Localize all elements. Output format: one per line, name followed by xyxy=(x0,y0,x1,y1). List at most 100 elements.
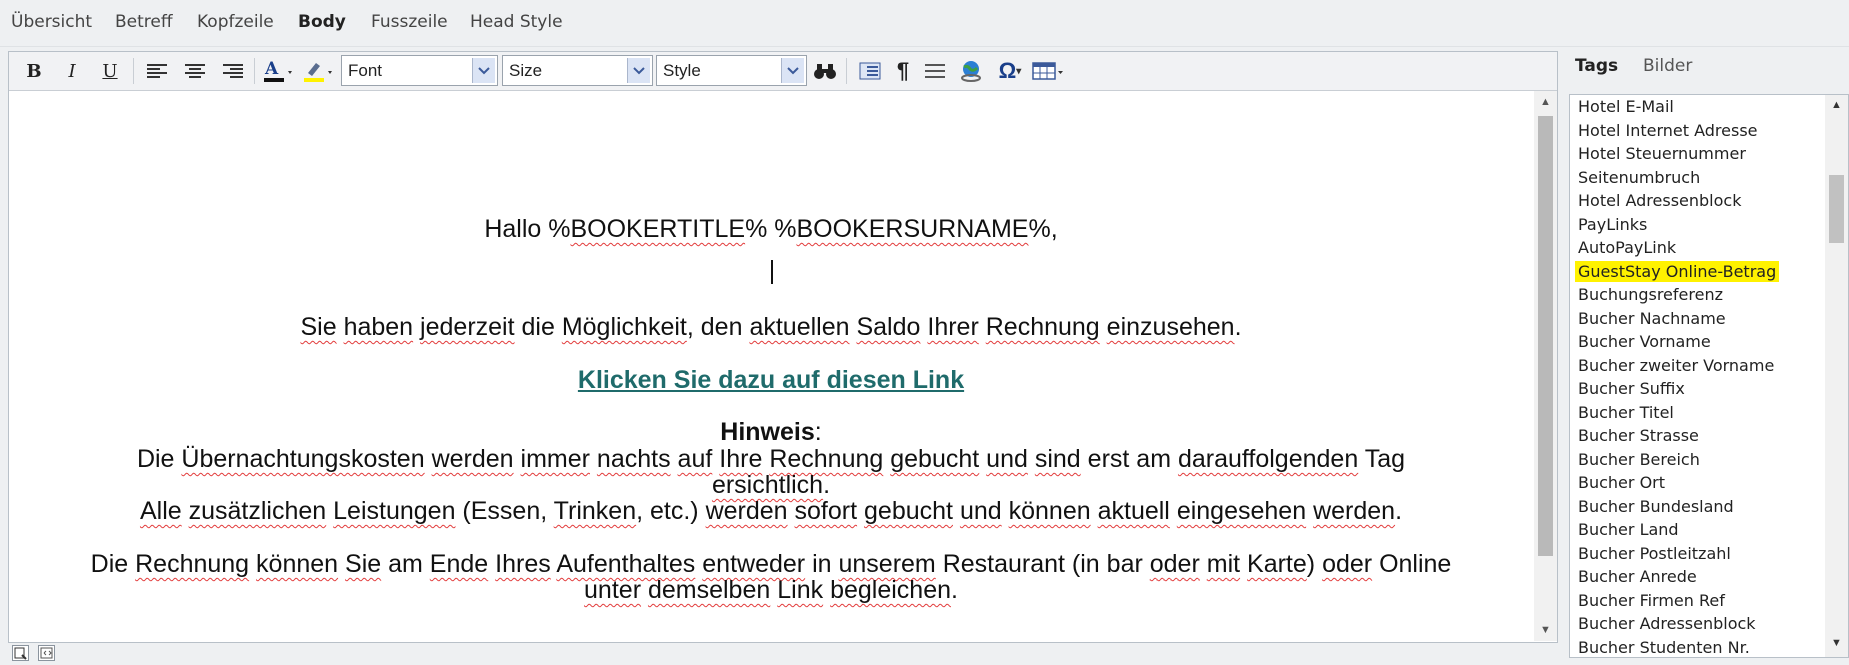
hint-label: Hinweis xyxy=(720,418,815,446)
text-run xyxy=(338,550,345,578)
binoculars-icon xyxy=(814,64,836,79)
tag-item[interactable]: GuestStay Online-Betrag xyxy=(1575,260,1780,282)
tab-kopfzeile[interactable]: Kopfzeile xyxy=(197,12,274,32)
tag-item[interactable]: Hotel Internet Adresse xyxy=(1575,120,1761,141)
tag-item[interactable]: Bucher Bereich xyxy=(1575,449,1703,470)
misspelled-word: können xyxy=(1008,497,1091,525)
hint-line-1: Die Übernachtungskosten werden immer nac… xyxy=(9,445,1533,474)
tag-item[interactable]: Bucher Studenten Nr. xyxy=(1575,637,1753,658)
tag-item[interactable]: Bucher Strasse xyxy=(1575,425,1702,446)
scroll-down-icon[interactable]: ▼ xyxy=(1825,637,1848,649)
underline-button[interactable]: U xyxy=(95,58,125,84)
highlighter-icon xyxy=(304,63,332,82)
font-select[interactable]: Font xyxy=(341,55,498,86)
tag-item[interactable]: Bucher Ort xyxy=(1575,472,1668,493)
tag-item[interactable]: PayLinks xyxy=(1575,214,1650,235)
tag-item[interactable]: Bucher Vorname xyxy=(1575,331,1714,352)
editor-content[interactable]: Hallo %BOOKERTITLE% %BOOKERSURNAME%, Sie… xyxy=(9,91,1533,641)
misspelled-word: zusätzlichen xyxy=(188,497,327,525)
paylink-line: Klicken Sie dazu auf diesen Link xyxy=(9,366,1533,395)
scrollbar-thumb[interactable] xyxy=(1538,116,1553,556)
tag-item[interactable]: Buchungsreferenz xyxy=(1575,284,1726,305)
misspelled-word: Sie xyxy=(345,550,382,578)
size-select[interactable]: Size xyxy=(502,55,653,86)
text-run: Die xyxy=(90,550,136,578)
scrollbar-thumb[interactable] xyxy=(1829,175,1844,243)
find-replace-button[interactable] xyxy=(810,58,840,84)
link-button[interactable] xyxy=(956,58,986,84)
tag-item[interactable]: AutoPayLink xyxy=(1575,237,1679,258)
tag-item[interactable]: Bucher zweiter Vorname xyxy=(1575,355,1777,376)
tab-bilder[interactable]: Bilder xyxy=(1643,56,1692,76)
tab-body[interactable]: Body xyxy=(298,12,346,32)
special-char-button[interactable]: Ω ▾ xyxy=(993,58,1027,84)
italic-button[interactable]: I xyxy=(57,58,87,84)
align-center-button[interactable] xyxy=(180,58,210,84)
text-run xyxy=(182,497,189,525)
tab-uebersicht[interactable]: Übersicht xyxy=(11,12,92,32)
highlight-color-button[interactable] xyxy=(301,58,337,84)
misspelled-word: und xyxy=(959,497,1002,525)
misspelled-word: Übernachtungskosten xyxy=(181,445,425,473)
scroll-up-icon[interactable]: ▲ xyxy=(1825,99,1848,111)
tag-list-scrollbar[interactable]: ▲ ▼ xyxy=(1825,95,1848,657)
misspelled-word: Ende xyxy=(429,550,489,578)
tag-item[interactable]: Bucher Suffix xyxy=(1575,378,1688,399)
text-run xyxy=(590,445,597,473)
tab-tags[interactable]: Tags xyxy=(1575,56,1618,76)
toolbar-separator xyxy=(846,58,847,84)
indent-button[interactable] xyxy=(855,58,885,84)
tag-item[interactable]: Hotel E-Mail xyxy=(1575,96,1677,117)
misspelled-word: jederzeit xyxy=(420,313,515,341)
text-run: Die xyxy=(136,445,182,473)
tag-item[interactable]: Bucher Bundesland xyxy=(1575,496,1737,517)
misspelled-word: einzusehen xyxy=(1106,313,1235,341)
misspelled-word: Aufenthaltes xyxy=(556,550,696,578)
align-right-button[interactable] xyxy=(218,58,248,84)
misspelled-word: Rechnung xyxy=(135,550,250,578)
scroll-up-icon[interactable]: ▲ xyxy=(1534,93,1557,111)
text-run xyxy=(1170,497,1177,525)
top-tab-bar: Übersicht Betreff Kopfzeile Body Fusszei… xyxy=(0,0,1849,47)
tag-item[interactable]: Bucher Anrede xyxy=(1575,566,1700,587)
tag-item[interactable]: Hotel Adressenblock xyxy=(1575,190,1744,211)
text-run: Tag xyxy=(1358,445,1406,473)
table-button[interactable] xyxy=(1031,58,1065,84)
tab-betreff[interactable]: Betreff xyxy=(115,12,173,32)
svg-text:A: A xyxy=(264,59,279,79)
text-run xyxy=(979,313,986,341)
text-run: in xyxy=(805,550,839,578)
tag-item[interactable]: Hotel Steuernummer xyxy=(1575,143,1749,164)
tag-item[interactable]: Seitenumbruch xyxy=(1575,167,1703,188)
text-run: . xyxy=(1395,497,1403,525)
text-run: . xyxy=(1234,313,1242,341)
list-button[interactable] xyxy=(920,58,950,84)
tab-fusszeile[interactable]: Fusszeile xyxy=(371,12,448,32)
misspelled-word: sofort xyxy=(794,497,858,525)
tag-item[interactable]: Bucher Firmen Ref xyxy=(1575,590,1728,611)
tag-item[interactable]: Bucher Postleitzahl xyxy=(1575,543,1734,564)
wysiwyg-mode-icon[interactable] xyxy=(12,645,29,661)
text-color-button[interactable]: A xyxy=(261,58,297,84)
text-run xyxy=(953,497,960,525)
tab-head-style[interactable]: Head Style xyxy=(470,12,563,32)
tag-item[interactable]: Bucher Land xyxy=(1575,519,1682,540)
bold-button[interactable]: B xyxy=(19,58,49,84)
misspelled-word: Ihre xyxy=(719,445,763,473)
align-left-button[interactable] xyxy=(142,58,172,84)
show-blocks-button[interactable]: ¶ xyxy=(888,58,918,84)
style-select[interactable]: Style xyxy=(656,55,807,86)
source-mode-icon[interactable] xyxy=(38,645,55,661)
misspelled-word: immer xyxy=(520,445,590,473)
scroll-down-icon[interactable]: ▼ xyxy=(1534,621,1557,639)
editor-scrollbar[interactable]: ▲ ▼ xyxy=(1534,91,1557,641)
text-run xyxy=(249,550,256,578)
tag-item[interactable]: Bucher Titel xyxy=(1575,402,1677,423)
paylink[interactable]: Klicken Sie dazu auf diesen Link xyxy=(578,366,964,394)
misspelled-word: haben xyxy=(343,313,414,341)
tag-item[interactable]: Bucher Adressenblock xyxy=(1575,613,1759,634)
tag-item[interactable]: Bucher Nachname xyxy=(1575,308,1729,329)
misspelled-word: aktuell xyxy=(1097,497,1170,525)
misspelled-word: werden xyxy=(431,445,514,473)
misspelled-word: werden xyxy=(1313,497,1396,525)
